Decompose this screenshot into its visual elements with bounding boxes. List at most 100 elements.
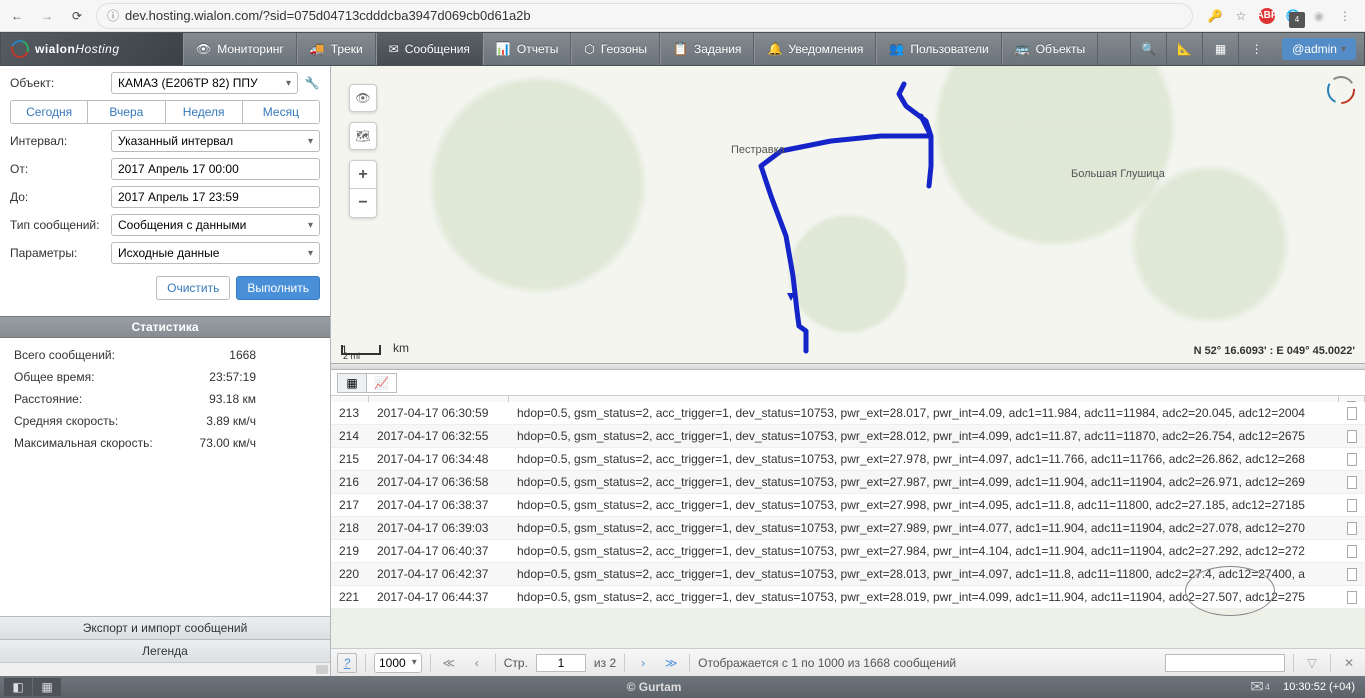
table-row[interactable]: 2162017-04-17 06:36:58hdop=0.5, gsm_stat… <box>331 471 1365 494</box>
nav-icon: 👁 <box>196 42 211 56</box>
row-checkbox[interactable] <box>1347 568 1357 581</box>
visibility-icon[interactable]: 👁 <box>349 84 377 112</box>
quick-Месяц[interactable]: Месяц <box>243 101 319 123</box>
nav-Мониторинг[interactable]: 👁 Мониторинг <box>183 33 297 65</box>
nav-icon: ⬡ <box>584 42 594 56</box>
nav-Пользователи[interactable]: 👥Пользователи <box>876 33 1001 65</box>
map-controls: 👁 🗺 + − <box>349 84 377 218</box>
row-checkbox[interactable] <box>1347 476 1357 489</box>
row-checkbox[interactable] <box>1347 522 1357 535</box>
table-row[interactable]: 2212017-04-17 06:44:37hdop=0.5, gsm_stat… <box>331 586 1365 609</box>
export-section[interactable]: Экспорт и импорт сообщений <box>0 616 330 639</box>
key-icon[interactable]: 🔑 <box>1207 8 1223 24</box>
track-line <box>331 66 1365 364</box>
nav-label: Отчеты <box>517 42 558 56</box>
nav-Отчеты[interactable]: 📊Отчеты <box>483 33 571 65</box>
table-row[interactable]: 2182017-04-17 06:39:03hdop=0.5, gsm_stat… <box>331 517 1365 540</box>
app-topnav: wialonHosting 👁 Мониторинг 🚚Треки✉Сообщени… <box>0 32 1365 66</box>
row-checkbox[interactable] <box>1347 545 1357 558</box>
search-icon[interactable]: 🔍 <box>1130 33 1166 65</box>
table-row[interactable]: 2172017-04-17 06:38:37hdop=0.5, gsm_stat… <box>331 494 1365 517</box>
object-select[interactable]: КАМАЗ (Е206ТР 82) ППУ▾ <box>111 72 298 94</box>
reload-button[interactable]: ⟳ <box>66 5 88 27</box>
row-checkbox[interactable] <box>1347 407 1357 420</box>
table-row[interactable]: 2152017-04-17 06:34:48hdop=0.5, gsm_stat… <box>331 448 1365 471</box>
nav-tools: 🔍 📐 ▦ ⋮ @admin▾ <box>1130 33 1364 65</box>
params-select[interactable]: Исходные данные▾ <box>111 242 320 264</box>
logo-text: wialonHosting <box>35 40 120 58</box>
stat-row: Общее время:23:57:19 <box>14 366 316 388</box>
row-checkbox[interactable] <box>1347 430 1357 443</box>
nav-Геозоны[interactable]: ⬡Геозоны <box>571 33 660 65</box>
table-row[interactable]: 2132017-04-17 06:30:59hdop=0.5, gsm_stat… <box>331 402 1365 425</box>
interval-label: Интервал: <box>10 134 105 148</box>
table-row[interactable]: 2202017-04-17 06:42:37hdop=0.5, gsm_stat… <box>331 563 1365 586</box>
close-icon[interactable]: ✕ <box>1339 653 1359 673</box>
forward-button[interactable]: → <box>36 5 58 27</box>
nav-Сообщения[interactable]: ✉Сообщения <box>376 33 483 65</box>
map[interactable]: ПестравкаБольшая Глушица 👁 🗺 + − 1 km 2 … <box>331 66 1365 364</box>
quick-range: СегодняВчераНеделяМесяц <box>10 100 320 124</box>
back-button[interactable]: ← <box>6 5 28 27</box>
logo-icon <box>8 37 32 61</box>
page-input[interactable] <box>536 654 586 672</box>
table-row[interactable]: 2192017-04-17 06:40:37hdop=0.5, gsm_stat… <box>331 540 1365 563</box>
ruler-icon[interactable]: 📐 <box>1166 33 1202 65</box>
clear-button[interactable]: Очистить <box>156 276 230 300</box>
msgtype-select[interactable]: Сообщения с данными▾ <box>111 214 320 236</box>
nav-Объекты[interactable]: 🚌Объекты <box>1002 33 1098 65</box>
pager: ? 1000▾ ≪ ‹ Стр. из 2 › ≫ Отображается с… <box>331 648 1365 676</box>
address-bar[interactable]: ⓘ dev.hosting.wialon.com/?sid=075d04713c… <box>96 3 1193 29</box>
quick-Неделя[interactable]: Неделя <box>166 101 243 123</box>
grid-search-input[interactable] <box>1165 654 1285 672</box>
abp-icon[interactable]: ABP <box>1259 8 1275 24</box>
star-icon[interactable]: ☆ <box>1233 8 1249 24</box>
row-checkbox[interactable] <box>1347 499 1357 512</box>
first-page-button[interactable]: ≪ <box>439 653 459 673</box>
city-label: Большая Глушица <box>1071 168 1165 180</box>
layers-icon[interactable]: 🗺 <box>349 122 377 150</box>
more-icon[interactable]: ⋮ <box>1238 33 1274 65</box>
earth-icon[interactable]: 🌐4 <box>1285 8 1301 24</box>
apps-icon[interactable]: ▦ <box>1202 33 1238 65</box>
last-page-button[interactable]: ≫ <box>661 653 681 673</box>
to-input[interactable]: 2017 Апрель 17 23:59 <box>111 186 320 208</box>
menu-icon[interactable]: ⋮ <box>1337 8 1353 24</box>
page-size-select[interactable]: 1000▾ <box>374 653 422 673</box>
row-checkbox[interactable] <box>1347 453 1357 466</box>
panel-toggle-icon[interactable]: ◧ <box>4 678 32 696</box>
gurtam-logo-icon <box>1325 74 1357 106</box>
nav-icon: 🚚 <box>310 42 325 56</box>
prev-page-button[interactable]: ‹ <box>467 653 487 673</box>
table-view-button[interactable]: ▦ <box>337 373 367 393</box>
nav-Треки[interactable]: 🚚Треки <box>297 33 376 65</box>
grid-body[interactable]: 2132017-04-17 06:30:59hdop=0.5, gsm_stat… <box>331 402 1365 648</box>
help-button[interactable]: ? <box>337 653 357 673</box>
table-row[interactable]: 2142017-04-17 06:32:55hdop=0.5, gsm_stat… <box>331 425 1365 448</box>
envelope-icon[interactable]: ✉4 <box>1247 677 1273 697</box>
nav-icon: 📋 <box>673 42 688 56</box>
gray-icon[interactable]: ◉ <box>1311 8 1327 24</box>
zoom-in-button[interactable]: + <box>350 161 376 189</box>
zoom-control: + − <box>349 160 377 218</box>
nav-Уведомления[interactable]: 🔔Уведомления <box>754 33 876 65</box>
filter-icon[interactable]: ▽ <box>1302 653 1322 673</box>
app-logo[interactable]: wialonHosting <box>1 33 183 65</box>
interval-select[interactable]: Указанный интервал▾ <box>111 130 320 152</box>
legend-section[interactable]: Легенда <box>0 639 330 662</box>
nav-Задания[interactable]: 📋Задания <box>660 33 754 65</box>
nav-icon: ✉ <box>389 42 399 56</box>
from-input[interactable]: 2017 Апрель 17 00:00 <box>111 158 320 180</box>
execute-button[interactable]: Выполнить <box>236 276 320 300</box>
quick-Вчера[interactable]: Вчера <box>88 101 165 123</box>
sidebar-hscroll[interactable] <box>0 662 330 676</box>
zoom-out-button[interactable]: − <box>350 189 376 217</box>
row-checkbox[interactable] <box>1347 591 1357 604</box>
chart-view-button[interactable]: 📈 <box>367 373 397 393</box>
nav-label: Мониторинг <box>217 42 284 56</box>
next-page-button[interactable]: › <box>633 653 653 673</box>
wrench-icon[interactable]: 🔧 <box>304 76 320 90</box>
user-menu[interactable]: @admin▾ <box>1282 38 1356 60</box>
quick-Сегодня[interactable]: Сегодня <box>11 101 88 123</box>
grid-layout-icon[interactable]: ▦ <box>33 678 61 696</box>
